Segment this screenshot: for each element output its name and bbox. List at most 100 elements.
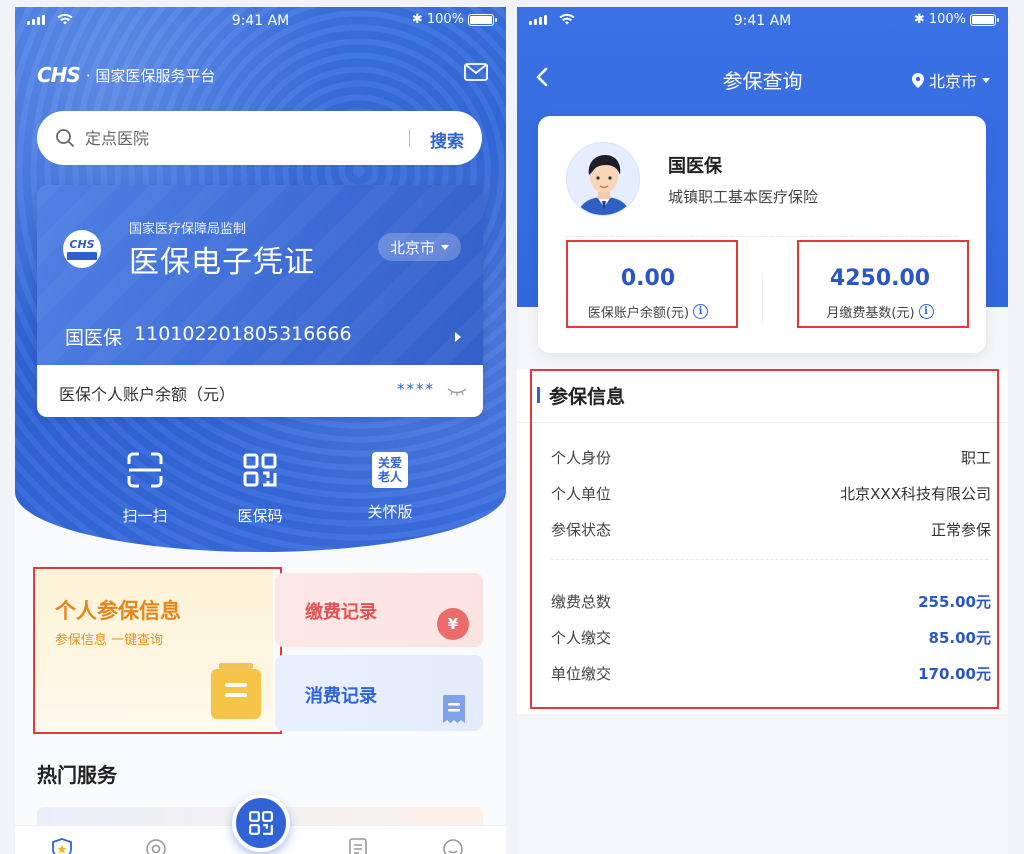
info-row: 参保状态 正常参保 — [551, 519, 991, 543]
receipt-icon — [443, 695, 465, 723]
chevron-down-icon — [441, 244, 449, 250]
info-icon[interactable]: i — [693, 304, 709, 319]
stat-label: 月缴费基数(元) — [826, 306, 915, 321]
card-supervision: 国家医疗保障局监制 — [129, 222, 247, 237]
info-value: 职工 — [960, 449, 991, 467]
info-icon[interactable]: i — [918, 304, 934, 319]
chevron-right-icon[interactable] — [455, 332, 461, 342]
consumption-record-tile[interactable]: 消费记录 — [275, 655, 483, 731]
insurance-query-screen: 9:41 AM ✱ 100% 参保查询 北京市 国医保 城镇职工基本医疗保险 0… — [517, 7, 1008, 854]
profile-icon[interactable] — [442, 838, 464, 854]
section-title: 参保信息 — [549, 386, 626, 408]
care-icon: 关爱老人 — [372, 452, 408, 488]
quick-action-label: 医保码 — [237, 507, 283, 525]
discover-icon[interactable] — [145, 838, 167, 854]
mail-icon[interactable] — [464, 63, 488, 81]
stat-divider — [762, 274, 763, 324]
quick-action-scan[interactable]: 扫一扫 — [95, 452, 195, 526]
holder-id: 110102201805316666 — [134, 323, 352, 345]
stat-account-balance: 0.00 医保账户余额(元) i — [568, 266, 728, 321]
seal-band — [67, 252, 97, 260]
avatar — [566, 142, 640, 216]
info-value: 正常参保 — [930, 521, 991, 539]
brand-title: · 国家医保服务平台 — [85, 66, 216, 85]
bluetooth-icon: ✱ — [411, 12, 423, 27]
search-bar[interactable]: 搜索 — [37, 111, 482, 165]
section-header: 参保信息 — [517, 369, 1008, 423]
profile-name: 国医保 — [668, 156, 722, 177]
stat-value: 4250.00 — [829, 266, 931, 291]
status-bar: 9:41 AM ✱ 100% — [517, 7, 1008, 37]
payment-row: 个人缴交 85.00元 — [551, 627, 991, 651]
balance-label: 医保个人账户余额（元） — [59, 385, 236, 404]
insurance-type: 城镇职工基本医疗保险 — [668, 188, 819, 206]
info-value: 北京XXX科技有限公司 — [840, 485, 991, 503]
bluetooth-icon: ✱ — [913, 12, 925, 27]
quick-action-care[interactable]: 关爱老人 关怀版 — [340, 452, 440, 522]
chs-logo: CHS — [37, 63, 81, 87]
battery-indicator: ✱ 100% — [913, 12, 999, 27]
nav-bar: 参保查询 北京市 — [517, 63, 1008, 93]
battery-icon — [970, 13, 999, 26]
insurance-info-section: 参保信息 个人身份 职工 个人单位 北京XXX科技有限公司 参保状态 正常参保 … — [517, 369, 1008, 714]
eye-closed-icon[interactable] — [447, 387, 467, 397]
location-label: 北京市 — [928, 72, 977, 91]
personal-insurance-tile[interactable]: 个人参保信息 参保信息 一键查询 — [33, 567, 273, 733]
location-pin-icon — [911, 72, 924, 88]
profile-card: 国医保 城镇职工基本医疗保险 0.00 医保账户余额(元) i 4250.00 … — [538, 116, 986, 353]
info-row: 个人身份 职工 — [551, 447, 991, 471]
medical-e-voucher-card[interactable]: CHS 国家医疗保障局监制 医保电子凭证 北京市 国医保 11010220180… — [37, 185, 483, 365]
chs-seal-logo: CHS — [63, 230, 101, 268]
payment-key: 单位缴交 — [551, 665, 612, 683]
qr-code-icon — [249, 811, 273, 835]
battery-percent: 100% — [928, 12, 966, 27]
user-avatar-illustration — [577, 155, 631, 215]
search-icon — [56, 129, 75, 148]
search-divider — [409, 129, 410, 147]
city-selector-label: 北京市 — [389, 238, 435, 257]
seal-logo-text: CHS — [69, 238, 95, 251]
folder-icon — [211, 663, 261, 719]
yen-coin-icon: ¥ — [437, 608, 469, 640]
payment-value: 170.00元 — [918, 665, 991, 683]
account-balance-row[interactable]: 医保个人账户余额（元） **** — [37, 365, 483, 417]
tile-title: 消费记录 — [305, 686, 377, 707]
stat-value: 0.00 — [620, 266, 676, 291]
tile-subtitle: 参保信息 一键查询 — [55, 633, 164, 648]
quick-action-label: 关怀版 — [367, 503, 413, 521]
info-key: 个人身份 — [551, 449, 612, 467]
payment-record-tile[interactable]: 缴费记录 ¥ — [275, 573, 483, 647]
battery-icon — [468, 13, 497, 26]
holder-name: 国医保 — [65, 327, 123, 349]
quick-action-qr[interactable]: 医保码 — [210, 452, 310, 526]
payment-value: 85.00元 — [928, 629, 991, 647]
stat-monthly-base: 4250.00 月缴费基数(元) i — [800, 266, 960, 321]
battery-percent: 100% — [426, 12, 464, 27]
search-button[interactable]: 搜索 — [430, 127, 464, 152]
payment-row: 单位缴交 170.00元 — [551, 663, 991, 687]
section-accent-bar — [537, 387, 540, 403]
info-key: 个人单位 — [551, 485, 612, 503]
payment-row: 缴费总数 255.00元 — [551, 591, 991, 615]
card-title: 医保电子凭证 — [129, 245, 315, 280]
center-qr-button[interactable] — [232, 794, 290, 852]
city-selector[interactable]: 北京市 — [377, 233, 461, 261]
home-screen: 9:41 AM ✱ 100% CHS · 国家医保服务平台 搜索 CHS 国家医… — [15, 7, 506, 854]
status-bar: 9:41 AM ✱ 100% — [15, 7, 506, 37]
stat-label-row: 月缴费基数(元) i — [800, 302, 960, 321]
list-icon[interactable] — [347, 838, 369, 854]
shield-home-icon[interactable] — [51, 838, 73, 854]
location-selector[interactable]: 北京市 — [911, 68, 990, 92]
payment-value: 255.00元 — [918, 593, 991, 611]
stat-label: 医保账户余额(元) — [587, 306, 690, 321]
quick-action-label: 扫一扫 — [122, 507, 168, 525]
search-input[interactable] — [85, 128, 385, 148]
stat-label-row: 医保账户余额(元) i — [568, 302, 728, 321]
info-row: 个人单位 北京XXX科技有限公司 — [551, 483, 991, 507]
card-holder: 国医保 110102201805316666 — [65, 323, 352, 350]
balance-masked-value: **** — [397, 380, 435, 398]
scan-icon — [127, 452, 163, 488]
info-key: 参保状态 — [551, 521, 612, 539]
tile-title: 缴费记录 — [305, 602, 377, 623]
hot-services-title: 热门服务 — [37, 763, 117, 787]
